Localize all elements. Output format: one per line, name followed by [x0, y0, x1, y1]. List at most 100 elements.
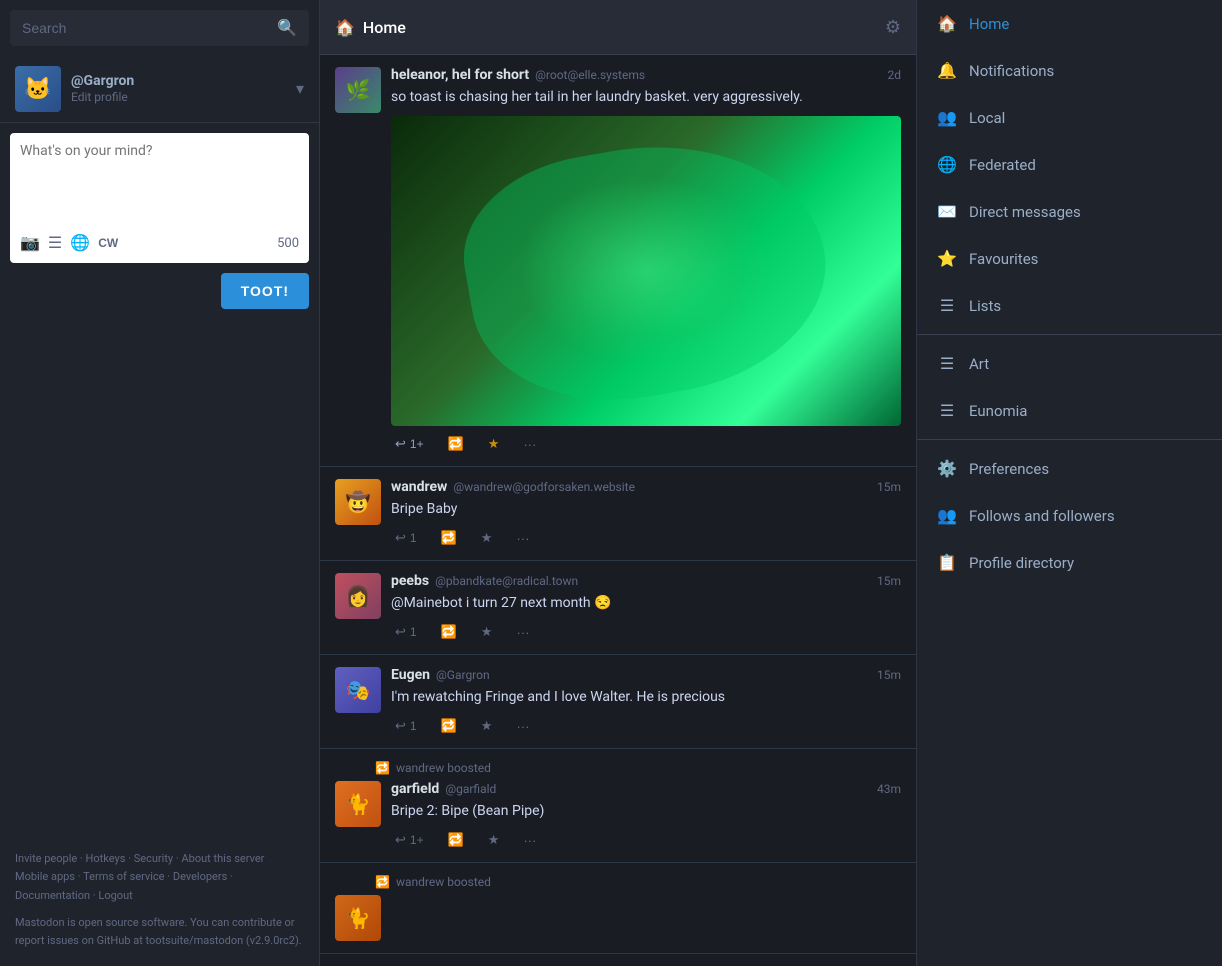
post-header: 🤠 wandrew @wandrew@godforsaken.website 1…	[335, 479, 901, 548]
post-actions: ↩ 1 🔁 ★ ···	[391, 622, 901, 642]
reply-button[interactable]: ↩ 1+	[391, 434, 428, 454]
char-count: 500	[277, 236, 299, 251]
sidebar-item-art[interactable]: ☰ Art	[917, 340, 1222, 387]
repo-link[interactable]: tootsuite/mastodon	[146, 934, 244, 947]
sidebar-item-preferences[interactable]: ⚙️ Preferences	[917, 445, 1222, 492]
avatar: 🎭	[335, 667, 381, 713]
sidebar-item-eunomia[interactable]: ☰ Eunomia	[917, 387, 1222, 434]
post-actions: ↩ 1 🔁 ★ ···	[391, 528, 901, 548]
compose-image-button[interactable]: 📷	[20, 233, 40, 253]
post-header: 🐈 garfield @garfiald 43m Bripe 2: Bipe (…	[335, 781, 901, 850]
compose-cw-button[interactable]: CW	[98, 236, 118, 250]
sidebar-item-local[interactable]: 👥 Local	[917, 94, 1222, 141]
sidebar-item-follows-and-followers[interactable]: 👥 Follows and followers	[917, 492, 1222, 539]
mobile-apps-link[interactable]: Mobile apps	[15, 870, 75, 883]
post-header: 🌿 heleanor, hel for short @root@elle.sys…	[335, 67, 901, 454]
more-button[interactable]: ···	[512, 623, 533, 642]
post-display-name: peebs	[391, 573, 429, 589]
favourite-button[interactable]: ★	[477, 528, 497, 548]
feed-title: 🏠 Home	[335, 18, 406, 37]
boost-button[interactable]: 🔁	[437, 622, 461, 642]
feed-settings-button[interactable]: ⚙	[885, 17, 901, 38]
post-time: 15m	[877, 668, 901, 682]
favourite-button[interactable]: ★	[484, 434, 504, 454]
post-author: garfield @garfiald	[391, 781, 496, 797]
sidebar-item-label: Preferences	[969, 460, 1049, 478]
sidebar-item-label: Follows and followers	[969, 507, 1115, 525]
post-meta: garfield @garfiald 43m	[391, 781, 901, 797]
sidebar-item-lists[interactable]: ☰ Lists	[917, 282, 1222, 329]
toot-btn-row: TOOT!	[0, 273, 319, 319]
sidebar-item-favourites[interactable]: ⭐ Favourites	[917, 235, 1222, 282]
sidebar-item-label: Eunomia	[969, 402, 1027, 420]
avatar: 🤠	[335, 479, 381, 525]
about-link[interactable]: About this server	[181, 852, 264, 865]
sidebar-item-label: Direct messages	[969, 203, 1081, 221]
terms-link[interactable]: Terms of service	[83, 870, 164, 883]
developers-link[interactable]: Developers	[173, 870, 227, 883]
profile-dropdown-button[interactable]: ▾	[296, 79, 304, 99]
sidebar-item-profile-directory[interactable]: 📋 Profile directory	[917, 539, 1222, 586]
feed-title-label: Home	[363, 18, 406, 37]
avatar: 🐱	[15, 66, 61, 112]
compose-textarea[interactable]	[20, 143, 299, 223]
security-link[interactable]: Security	[134, 852, 173, 865]
globe-icon: 🌐	[937, 155, 957, 174]
table-row: 🎭 Eugen @Gargron 15m I'm rewatching Frin…	[320, 655, 916, 749]
boost-label: 🔁 wandrew boosted	[335, 761, 901, 775]
boost-by: wandrew boosted	[396, 875, 491, 889]
post-content: Eugen @Gargron 15m I'm rewatching Fringe…	[391, 667, 901, 736]
feed-header: 🏠 Home ⚙	[320, 0, 916, 55]
compose-format-button[interactable]: ☰	[48, 233, 62, 253]
list-icon-art: ☰	[937, 354, 957, 373]
post-meta: heleanor, hel for short @root@elle.syste…	[391, 67, 901, 83]
table-row: 👩 peebs @pbandkate@radical.town 15m @Mai…	[320, 561, 916, 655]
sidebar-item-label: Home	[969, 15, 1009, 33]
search-input[interactable]	[22, 20, 277, 36]
post-display-name: garfield	[391, 781, 439, 797]
feed-list: 🌿 heleanor, hel for short @root@elle.sys…	[320, 55, 916, 966]
sidebar-item-home[interactable]: 🏠 Home	[917, 0, 1222, 47]
documentation-link[interactable]: Documentation	[15, 889, 90, 902]
table-row: 🤠 wandrew @wandrew@godforsaken.website 1…	[320, 467, 916, 561]
invite-people-link[interactable]: Invite people	[15, 852, 77, 865]
mail-icon: ✉️	[937, 202, 957, 221]
edit-profile-link[interactable]: Edit profile	[71, 90, 128, 104]
post-handle: @pbandkate@radical.town	[435, 574, 578, 588]
logout-link[interactable]: Logout	[98, 889, 132, 902]
reply-button[interactable]: ↩ 1	[391, 622, 421, 642]
post-text: Bripe 2: Bipe (Bean Pipe)	[391, 801, 901, 822]
more-button[interactable]: ···	[512, 717, 533, 736]
nav-divider	[917, 334, 1222, 335]
reply-button[interactable]: ↩ 1+	[391, 830, 428, 850]
boost-by: wandrew boosted	[396, 761, 491, 775]
sidebar-item-notifications[interactable]: 🔔 Notifications	[917, 47, 1222, 94]
sidebar-item-label: Lists	[969, 297, 1001, 315]
post-time: 2d	[887, 68, 901, 82]
more-button[interactable]: ···	[512, 529, 533, 548]
favourite-button[interactable]: ★	[484, 830, 504, 850]
post-actions: ↩ 1+ 🔁 ★ ···	[391, 830, 901, 850]
search-button[interactable]: 🔍	[277, 18, 297, 38]
more-button[interactable]: ···	[519, 435, 540, 454]
boost-icon: 🔁	[375, 761, 390, 775]
more-button[interactable]: ···	[519, 831, 540, 850]
boost-button[interactable]: 🔁	[437, 716, 461, 736]
favourite-button[interactable]: ★	[477, 622, 497, 642]
compose-privacy-button[interactable]: 🌐	[70, 233, 90, 253]
reply-button[interactable]: ↩ 1	[391, 528, 421, 548]
sidebar-item-direct-messages[interactable]: ✉️ Direct messages	[917, 188, 1222, 235]
sidebar-item-federated[interactable]: 🌐 Federated	[917, 141, 1222, 188]
table-row: 🌿 heleanor, hel for short @root@elle.sys…	[320, 55, 916, 467]
profile-username: @Gargron	[71, 73, 286, 89]
boost-button[interactable]: 🔁	[437, 528, 461, 548]
toot-button[interactable]: TOOT!	[221, 273, 309, 309]
reply-button[interactable]: ↩ 1	[391, 716, 421, 736]
boost-button[interactable]: 🔁	[444, 434, 468, 454]
hotkeys-link[interactable]: Hotkeys	[86, 852, 126, 865]
boost-button[interactable]: 🔁	[444, 830, 468, 850]
table-row: 🔁 wandrew boosted 🐈 garfield @garfiald 4…	[320, 749, 916, 863]
post-author: wandrew @wandrew@godforsaken.website	[391, 479, 635, 495]
post-time: 43m	[877, 782, 901, 796]
favourite-button[interactable]: ★	[477, 716, 497, 736]
